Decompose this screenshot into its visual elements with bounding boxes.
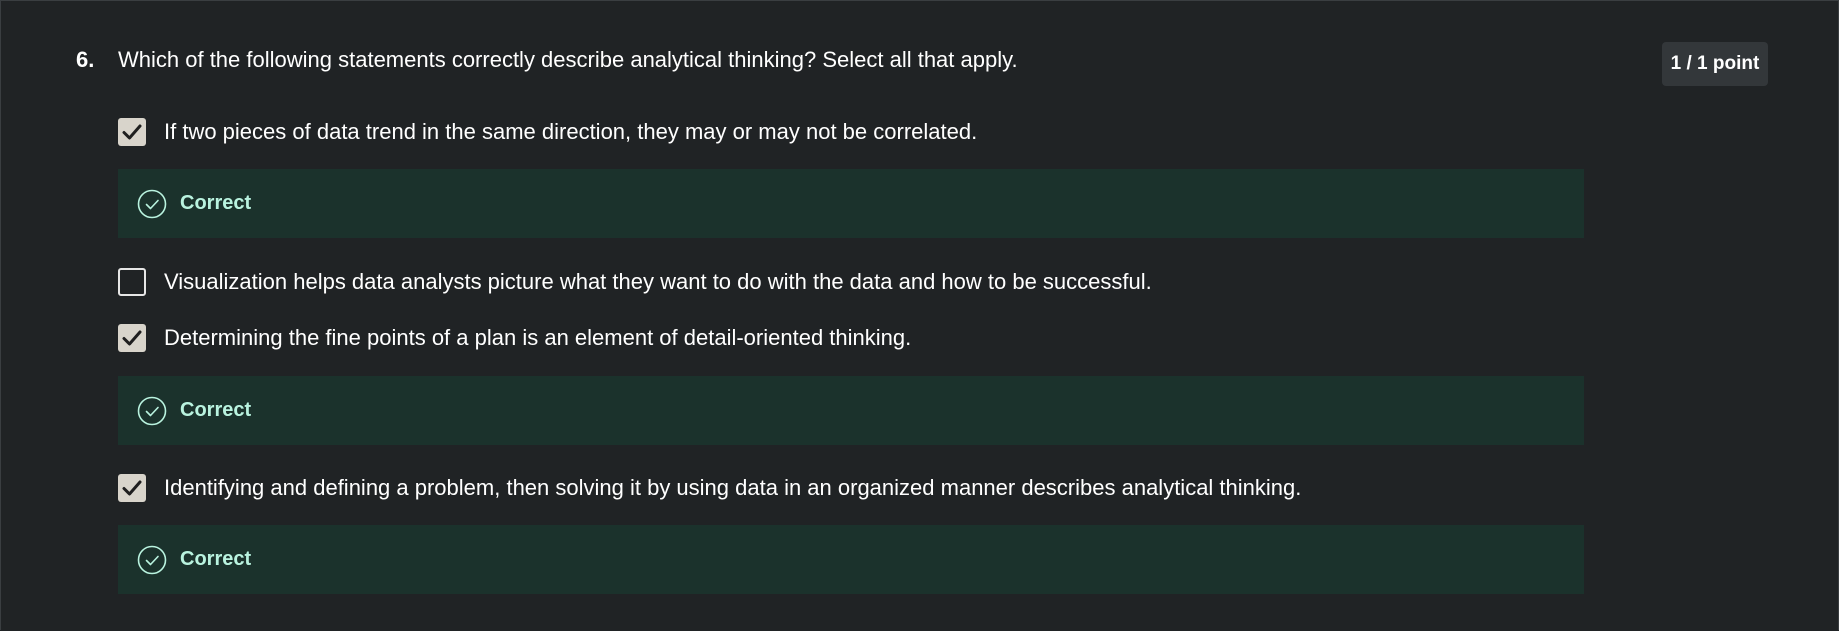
score-badge: 1 / 1 point [1662,42,1768,86]
option-3-label: Determining the fine points of a plan is… [164,325,912,350]
option-1-checkbox[interactable] [118,118,146,146]
question-text: Which of the following statements correc… [118,47,1018,72]
check-circle-icon [137,189,167,219]
option-3-feedback: Correct [118,376,1584,445]
option-4-checkbox[interactable] [118,474,146,502]
check-circle-icon [137,396,167,426]
feedback-label: Correct [180,399,252,421]
option-2-label: Visualization helps data analysts pictur… [164,269,1152,294]
check-circle-icon [137,545,167,575]
feedback-label: Correct [180,192,252,214]
option-4-label: Identifying and defining a problem, then… [164,475,1302,500]
option-1-label: If two pieces of data trend in the same … [164,119,978,144]
answer-option-4[interactable]: Identifying and defining a problem, then… [118,473,1301,503]
option-2-checkbox[interactable] [118,268,146,296]
question-number: 6. [76,47,95,72]
option-4-feedback: Correct [118,525,1584,594]
answer-option-3[interactable]: Determining the fine points of a plan is… [118,323,911,353]
checkmark-icon [122,330,142,346]
checkmark-icon [122,480,142,496]
option-3-checkbox[interactable] [118,324,146,352]
checkmark-icon [122,124,142,140]
answer-option-2[interactable]: Visualization helps data analysts pictur… [118,267,1152,297]
feedback-label: Correct [180,548,252,570]
answer-option-1[interactable]: If two pieces of data trend in the same … [118,117,977,147]
option-1-feedback: Correct [118,169,1584,238]
